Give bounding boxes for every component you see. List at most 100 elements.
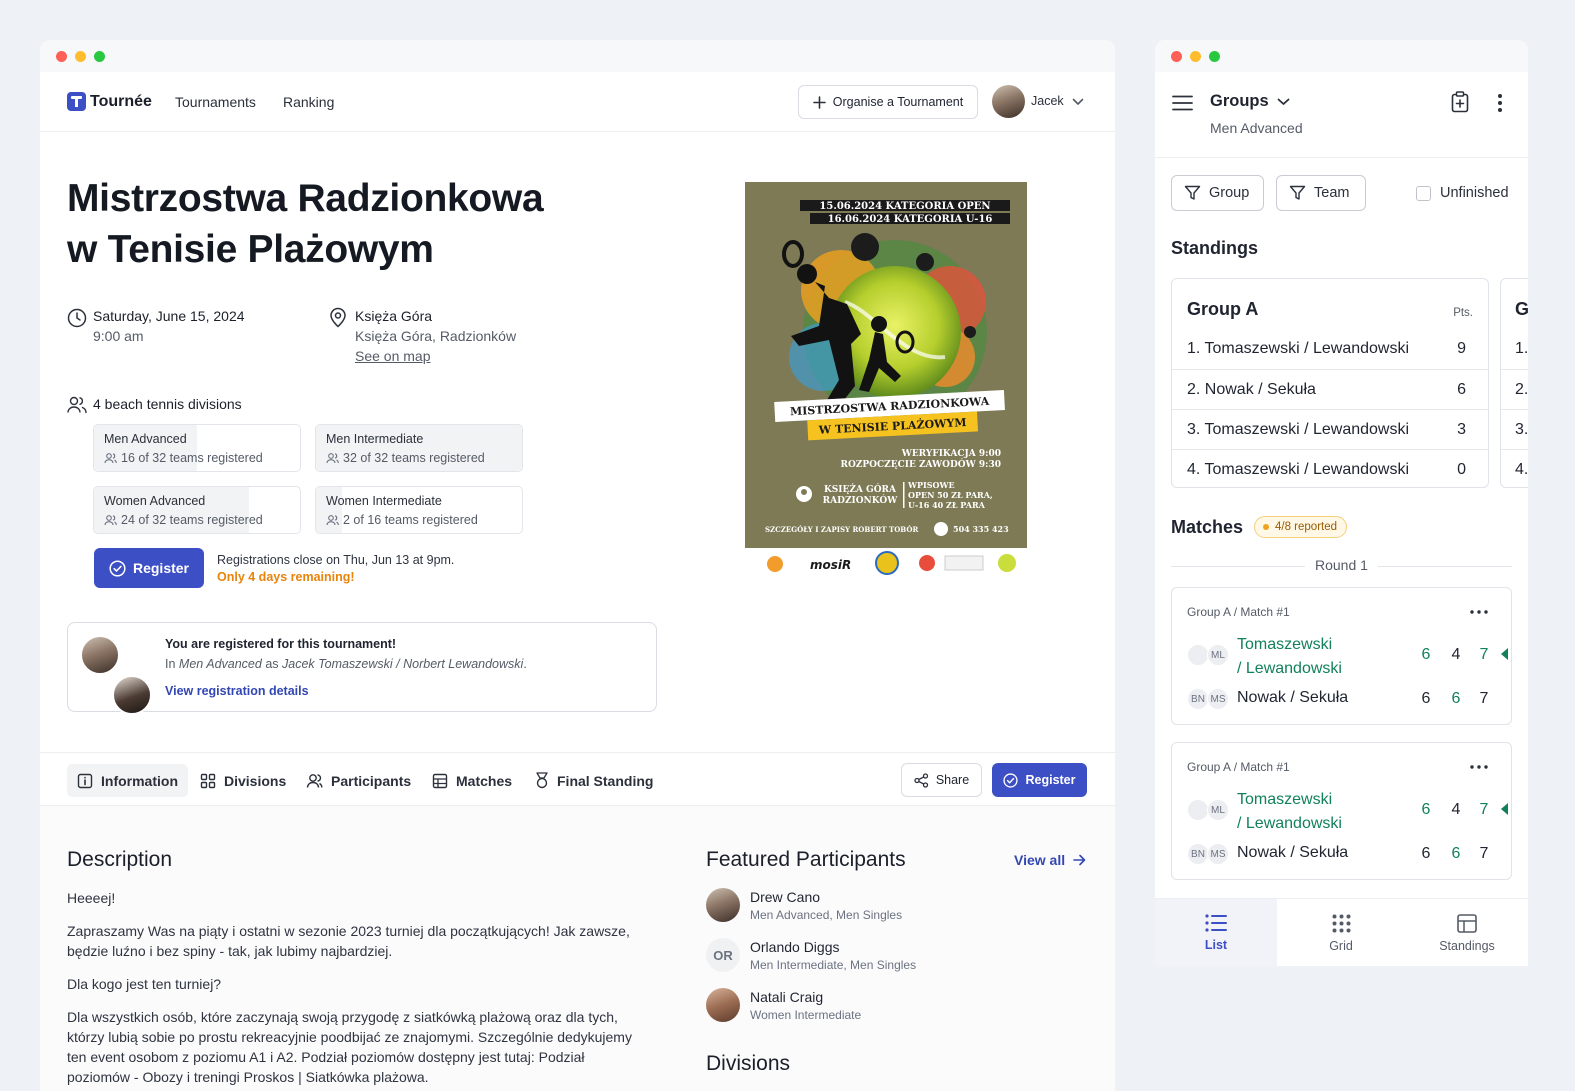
bottom-nav-label: Standings [1439, 938, 1495, 953]
description-body: Heeeej! Zapraszamy Was na piąty i ostatn… [67, 888, 637, 1091]
tab-divisions[interactable]: Divisions [190, 764, 296, 797]
division-card-men-intermediate[interactable]: Men Intermediate 32 of 32 teams register… [315, 424, 523, 472]
notice-details: In Men Advanced as Jacek Tomaszewski / N… [165, 657, 527, 671]
divisions-summary: 4 beach tennis divisions [93, 396, 242, 412]
set-score: 6 [1447, 845, 1465, 863]
player-initials: ML [1207, 799, 1229, 821]
poster-fee-3: U-16 40 ZŁ PARA [908, 500, 986, 510]
user-icon [104, 452, 117, 463]
organise-label: Organise a Tournament [832, 95, 964, 109]
division-card-men-advanced[interactable]: Men Advanced 16 of 32 teams registered [93, 424, 301, 472]
chevron-down-icon[interactable] [1072, 98, 1084, 106]
reported-badge: 4/8 reported [1254, 516, 1348, 538]
tab-label: Participants [331, 772, 412, 789]
team-2-name[interactable]: Nowak / Sekuła [1237, 689, 1348, 707]
participant-item[interactable]: Drew Cano Men Advanced, Men Singles [706, 888, 1106, 928]
participant-item[interactable]: Natali Craig Women Intermediate [706, 988, 1106, 1028]
team-2-name[interactable]: Nowak / Sekuła [1237, 844, 1348, 862]
poster-check-2: ROZPOCZĘCIE ZAWODÓW 9:30 [840, 458, 1001, 470]
clipboard-add-icon[interactable] [1451, 91, 1469, 113]
standing-row[interactable]: 3. Tomaszewski / Lewandowski 3 [1172, 409, 1488, 449]
user-icon [326, 452, 339, 463]
tab-register-button[interactable]: Register [992, 763, 1087, 797]
tab-final-standing[interactable]: Final Standing [525, 764, 663, 797]
organise-tournament-button[interactable]: Organise a Tournament [798, 85, 978, 119]
standing-row[interactable]: 4. [1501, 449, 1528, 487]
user-name[interactable]: Jacek [1031, 94, 1064, 108]
view-registration-link[interactable]: View registration details [165, 684, 309, 698]
brand-name: Tournée [90, 92, 152, 110]
bottom-navigation: List Grid Standings [1155, 898, 1528, 966]
groups-dropdown[interactable]: Groups [1210, 92, 1290, 111]
clock-icon [67, 308, 87, 328]
minimize-dot[interactable] [75, 50, 86, 62]
description-heading: Description [67, 848, 173, 871]
close-dot[interactable] [56, 50, 67, 62]
nav-link-tournaments[interactable]: Tournaments [175, 94, 256, 110]
more-horizontal-icon[interactable] [1470, 610, 1488, 614]
bottom-nav-standings[interactable]: Standings [1406, 899, 1528, 966]
division-registered-text: 2 of 16 teams registered [343, 513, 478, 527]
more-horizontal-icon[interactable] [1470, 765, 1488, 769]
standing-row[interactable]: 1. Tomaszewski / Lewandowski 9 [1172, 329, 1488, 369]
checkbox-box[interactable] [1416, 185, 1431, 201]
team-name-line: Tomaszewski [1237, 636, 1333, 653]
brand-logo[interactable]: Tournée [67, 92, 152, 111]
poster-line-1: 15.06.2024 KATEGORIA OPEN [819, 201, 990, 212]
division-name: Women Intermediate [326, 494, 442, 508]
menu-icon[interactable] [1172, 95, 1193, 111]
maximize-dot[interactable] [1209, 50, 1220, 62]
tab-matches[interactable]: Matches [422, 764, 522, 797]
filter-label: Team [1314, 185, 1350, 201]
status-dot [1263, 524, 1269, 530]
user-avatar[interactable] [992, 85, 1025, 118]
maximize-dot[interactable] [94, 50, 105, 62]
team-1-name[interactable]: Tomaszewski / Lewandowski [1237, 788, 1342, 836]
group-filter-button[interactable]: Group [1171, 175, 1264, 211]
share-label: Share [935, 773, 970, 787]
standing-row[interactable]: 4. Tomaszewski / Lewandowski 0 [1172, 449, 1488, 487]
division-card-women-advanced[interactable]: Women Advanced 24 of 32 teams registered [93, 486, 301, 534]
partner-avatar-1 [80, 635, 120, 675]
match-card[interactable]: Group A / Match #1 ML Tomaszewski / Lewa… [1171, 587, 1512, 725]
share-button[interactable]: Share [901, 763, 982, 797]
set-score: 6 [1417, 801, 1435, 819]
see-on-map-link[interactable]: See on map [355, 348, 431, 364]
participant-name: Orlando Diggs [750, 939, 840, 955]
tab-label: Information [101, 772, 178, 789]
team-filter-button[interactable]: Team [1276, 175, 1366, 211]
division-registered: 24 of 32 teams registered [104, 513, 263, 527]
minimize-dot[interactable] [1190, 50, 1201, 62]
team-1-name[interactable]: Tomaszewski / Lewandowski [1237, 633, 1342, 681]
player-initials: MS [1207, 843, 1229, 865]
division-name: Women Advanced [104, 494, 206, 508]
close-dot[interactable] [1171, 50, 1182, 62]
division-card-women-intermediate[interactable]: Women Intermediate 2 of 16 teams registe… [315, 486, 523, 534]
tab-participants[interactable]: Participants [296, 764, 421, 797]
main-window: Tournée Tournaments Ranking Organise a T… [40, 40, 1115, 1091]
winner-indicator-icon [1501, 803, 1508, 815]
register-button[interactable]: Register [94, 548, 204, 588]
standing-row[interactable]: 1. [1501, 329, 1528, 369]
standing-team: 1. Tomaszewski / Lewandowski [1187, 340, 1410, 357]
standing-row[interactable]: 2. [1501, 369, 1528, 409]
round-label: Round 1 [1305, 557, 1378, 573]
description-paragraph: Zapraszamy Was na piąty i ostatni w sezo… [67, 923, 630, 959]
nav-link-ranking[interactable]: Ranking [283, 94, 334, 110]
standing-points: 9 [1457, 340, 1466, 357]
bottom-nav-grid[interactable]: Grid [1280, 899, 1402, 966]
tournament-poster[interactable]: 15.06.2024 KATEGORIA OPEN 16.06.2024 KAT… [745, 182, 1027, 580]
view-all-link[interactable]: View all [1014, 852, 1086, 868]
unfinished-checkbox[interactable]: Unfinished [1416, 185, 1509, 201]
register-label: Register [132, 560, 190, 576]
standing-row[interactable]: 2. Nowak / Sekuła 6 [1172, 369, 1488, 409]
participant-item[interactable]: OR Orlando Diggs Men Intermediate, Men S… [706, 938, 1106, 978]
set-score: 7 [1475, 646, 1493, 664]
standing-row[interactable]: 3. [1501, 409, 1528, 449]
match-card[interactable]: Group A / Match #1 ML Tomaszewski / Lewa… [1171, 742, 1512, 880]
tab-information[interactable]: Information [67, 764, 188, 797]
more-vertical-icon[interactable] [1497, 93, 1503, 113]
plus-icon [812, 95, 826, 109]
event-time: 9:00 am [93, 328, 144, 344]
bottom-nav-list[interactable]: List [1155, 899, 1277, 966]
